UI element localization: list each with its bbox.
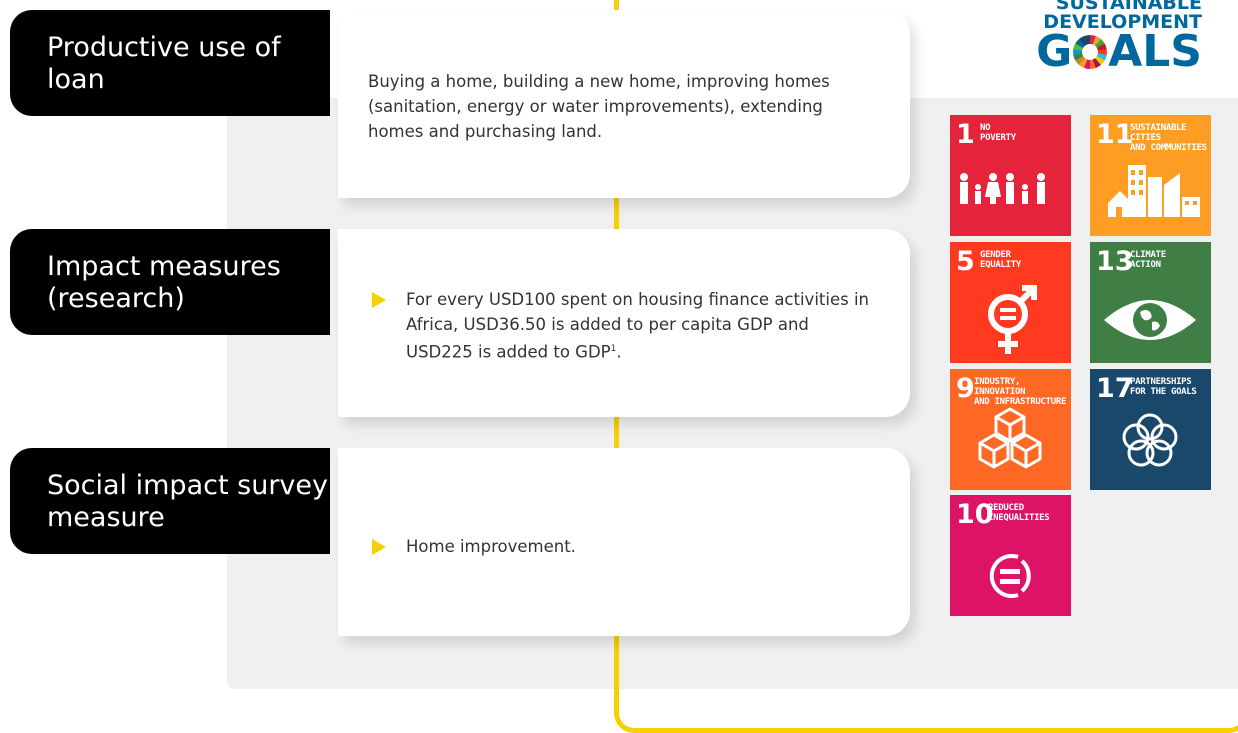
- card-social-impact: Home improvement.: [338, 448, 910, 636]
- city-icon: [1108, 165, 1200, 217]
- card-productive-use: Buying a home, building a new home, impr…: [338, 10, 910, 198]
- bullet-triangle-icon: [372, 292, 386, 308]
- bullet-text: Home improvement.: [406, 537, 576, 556]
- sdg-tile-5: 5 GENDER EQUALITY: [950, 242, 1071, 363]
- sdg-tile-11: 11 SUSTAINABLE CITIES AND COMMUNITIES: [1090, 115, 1211, 236]
- card-impact-measures: For every USD100 spent on housing financ…: [338, 229, 910, 417]
- gender-equality-icon: [988, 285, 1037, 354]
- sdg-tile-1: 1 NO POVERTY: [950, 115, 1071, 236]
- logo-goals-g: G: [1036, 26, 1073, 77]
- family-icon: [960, 173, 1045, 204]
- bullet-triangle-icon: [372, 539, 386, 555]
- row-label-impact-measures: Impact measures (research): [10, 229, 330, 335]
- sdg-tile-10: 10 REDUCED INEQUALITIES: [950, 495, 1071, 616]
- sdg-wheel-icon: [1073, 35, 1108, 69]
- row-label-productive-use: Productive use of loan: [10, 10, 330, 116]
- equals-circle-icon: [989, 554, 1031, 598]
- sdg-tile-13: 13 CLIMATE ACTION: [1090, 242, 1211, 363]
- sdg-tile-17: 17 PARTNERSHIPS FOR THE GOALS: [1090, 369, 1211, 490]
- logo-goals: G ALS: [1036, 26, 1202, 77]
- eye-globe-icon: [1104, 300, 1196, 340]
- rings-icon: [1122, 413, 1178, 467]
- bullet-text: For every USD100 spent on housing financ…: [406, 290, 869, 362]
- sdg-logo: SUSTAINABLE DEVELOPMENT G ALS: [1036, 0, 1202, 77]
- sdg-tile-9: 9 INDUSTRY, INNOVATION AND INFRASTRUCTUR…: [950, 369, 1071, 490]
- logo-goals-rest: ALS: [1108, 26, 1202, 77]
- bullet-item: For every USD100 spent on housing financ…: [338, 287, 880, 365]
- bullet-text-end: .: [616, 342, 622, 362]
- bullet-item: Home improvement.: [338, 534, 880, 559]
- cubes-icon: [978, 407, 1042, 469]
- row-label-social-impact: Social impact survey measure: [10, 448, 330, 554]
- card-text: Buying a home, building a new home, impr…: [368, 72, 830, 141]
